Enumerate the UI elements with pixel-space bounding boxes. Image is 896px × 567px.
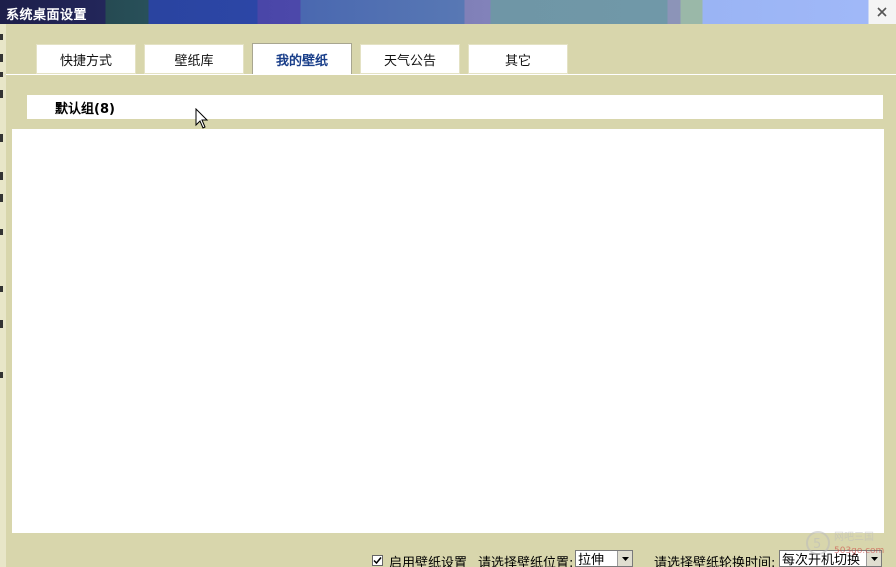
tab-wallpaper-library[interactable]: 壁纸库 xyxy=(144,44,244,74)
tab-other[interactable]: 其它 xyxy=(468,44,568,74)
tab-content: 默认组(8) xyxy=(6,75,896,540)
svg-text:5: 5 xyxy=(813,537,821,552)
close-icon[interactable] xyxy=(872,2,892,22)
wallpaper-list[interactable] xyxy=(12,129,884,533)
mouse-pointer-icon xyxy=(195,107,209,130)
wallpaper-position-label: 请选择壁纸位置: xyxy=(478,556,574,567)
tab-label: 快捷方式 xyxy=(59,53,112,69)
group-label: 默认组(8) xyxy=(55,101,115,117)
wallpaper-position-value: 拉伸 xyxy=(578,553,605,567)
tab-weather-notice[interactable]: 天气公告 xyxy=(360,44,460,74)
enable-wallpaper-label: 启用壁纸设置 xyxy=(389,556,468,567)
tab-label: 我的壁纸 xyxy=(275,54,328,69)
chevron-down-icon[interactable] xyxy=(617,551,632,566)
wallpaper-interval-label: 请选择壁纸轮换时间: xyxy=(654,556,776,567)
window-title: 系统桌面设置 xyxy=(6,8,88,23)
tab-my-wallpaper[interactable]: 我的壁纸 xyxy=(252,43,352,75)
watermark-logo: 5 网吧三国 503go.com xyxy=(804,528,890,558)
tab-label: 天气公告 xyxy=(383,53,436,69)
tab-bar: 快捷方式 壁纸库 我的壁纸 天气公告 其它 xyxy=(6,24,896,76)
watermark-text: 网吧三国 xyxy=(834,531,874,543)
wallpaper-position-select[interactable]: 拉伸 xyxy=(575,550,633,567)
watermark-url: 503go.com xyxy=(834,546,884,556)
tab-label: 其它 xyxy=(504,53,531,69)
tab-shortcuts[interactable]: 快捷方式 xyxy=(36,44,136,74)
enable-wallpaper-checkbox[interactable] xyxy=(372,555,383,566)
tab-label: 壁纸库 xyxy=(174,53,214,69)
title-bar[interactable]: 系统桌面设置 xyxy=(0,0,896,24)
wallpaper-group-header[interactable]: 默认组(8) xyxy=(27,95,883,119)
settings-bar: 启用壁纸设置 请选择壁纸位置: 拉伸 请选择壁纸轮换时间: 每次开机切换 xyxy=(0,540,896,567)
